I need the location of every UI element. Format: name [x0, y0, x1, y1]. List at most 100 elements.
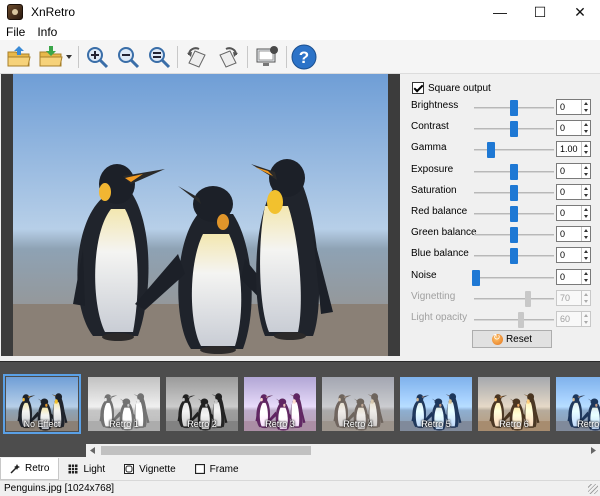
zoom-out-button[interactable] [114, 43, 142, 71]
light-opacity-label: Light opacity [411, 312, 468, 323]
spin-arrows-icon[interactable] [581, 142, 590, 157]
saturation-slider[interactable] [474, 184, 554, 201]
toolbar-separator [286, 46, 287, 68]
save-dropdown-button[interactable] [64, 43, 74, 71]
tab-label: Light [83, 463, 106, 475]
saturation-spinbox[interactable]: 0 [556, 183, 591, 200]
gamma-slider-thumb[interactable] [487, 142, 496, 159]
close-button[interactable]: ✕ [560, 0, 600, 24]
scroll-left-button[interactable] [86, 444, 99, 457]
spin-arrows-icon[interactable] [581, 163, 590, 178]
contrast-slider-thumb[interactable] [510, 121, 518, 138]
image-viewer[interactable] [1, 74, 400, 356]
square-output-label: Square output [428, 82, 491, 94]
toolbar: ? [0, 40, 600, 74]
spin-arrows-icon[interactable] [581, 269, 590, 284]
gamma-spinbox[interactable]: 1.00 [556, 141, 591, 158]
contrast-slider[interactable] [474, 121, 554, 138]
help-button[interactable]: ? [290, 43, 318, 71]
param-row: Red balance 0 [404, 204, 600, 222]
scroll-right-button[interactable] [587, 444, 600, 457]
noise-slider[interactable] [472, 269, 554, 286]
resize-grip-icon[interactable] [588, 484, 598, 494]
brightness-slider-thumb[interactable] [510, 100, 518, 116]
green-balance-spinbox[interactable]: 0 [556, 226, 591, 243]
tab-frame[interactable]: Frame [186, 458, 249, 480]
effects-filmstrip: No Effect Retro 1 Retro 2 Retro 3 Retro 4 Ret… [0, 361, 600, 457]
gamma-slider[interactable] [474, 142, 554, 159]
red-balance-slider-thumb[interactable] [510, 206, 518, 222]
param-row: Noise 0 [404, 268, 600, 286]
open-button[interactable] [5, 43, 33, 71]
red-balance-slider[interactable] [474, 206, 554, 222]
rotate-right-button[interactable] [214, 43, 242, 71]
toolbar-separator [78, 46, 79, 68]
brightness-spinbox[interactable]: 0 [556, 99, 591, 115]
light-opacity-slider-thumb [517, 312, 524, 328]
effect-thumbnail[interactable]: Retro 1 [88, 377, 160, 431]
scrollbar-thumb[interactable] [101, 446, 311, 455]
blue-balance-spinbox[interactable]: 0 [556, 247, 591, 264]
tab-retro[interactable]: Retro [0, 458, 60, 480]
effect-thumbnail[interactable]: No Effect [3, 374, 81, 434]
param-row: Green balance 0 [404, 225, 600, 244]
effect-thumbnail[interactable]: Retro 3 [244, 377, 316, 431]
spin-arrows-icon[interactable] [581, 184, 590, 199]
square-output-checkbox[interactable] [412, 82, 424, 94]
spin-arrows-icon[interactable] [581, 248, 590, 263]
zoom-out-icon [118, 47, 140, 69]
green-balance-slider-thumb[interactable] [510, 227, 518, 244]
param-row: Brightness 0 [404, 98, 600, 116]
red-balance-spinbox[interactable]: 0 [556, 205, 591, 221]
filmstrip-scrollbar[interactable] [86, 444, 600, 457]
tab-vignette[interactable]: Vignette [115, 458, 186, 480]
exposure-slider-thumb[interactable] [510, 163, 518, 180]
menu-file[interactable]: File [6, 25, 25, 39]
spin-arrows-icon[interactable] [581, 121, 590, 136]
title-bar: XnRetro — ☐ ✕ [0, 0, 600, 24]
param-row: Light opacity 60 [404, 310, 600, 328]
blue-balance-slider[interactable] [474, 248, 554, 265]
minimize-button[interactable]: — [480, 0, 520, 24]
thumbnail-label: Retro 4 [343, 419, 373, 429]
maximize-button[interactable]: ☐ [520, 0, 560, 24]
vignetting-value: 70 [560, 292, 571, 303]
saturation-slider-thumb[interactable] [510, 184, 518, 201]
zoom-fit-button[interactable] [145, 43, 173, 71]
spin-arrows-icon[interactable] [581, 100, 590, 114]
exposure-label: Exposure [411, 163, 454, 175]
menu-info[interactable]: Info [37, 25, 57, 39]
adjustments-panel: Square output Brightness 0 Contrast 0 Gamma 1… [404, 74, 600, 356]
effect-thumbnail[interactable]: Retro 2 [166, 377, 238, 431]
green-balance-slider[interactable] [474, 227, 554, 244]
blue-balance-slider-thumb[interactable] [510, 248, 518, 265]
rotate-left-button[interactable] [183, 43, 211, 71]
light-opacity-slider [474, 312, 554, 328]
reset-button[interactable]: Reset [472, 330, 552, 348]
save-button[interactable] [37, 43, 65, 71]
screen-button[interactable] [253, 43, 281, 71]
vignetting-label: Vignetting [411, 290, 456, 302]
contrast-spinbox[interactable]: 0 [556, 120, 591, 137]
effect-thumbnail[interactable]: Retro 4 [322, 377, 394, 431]
param-row: Contrast 0 [404, 119, 600, 138]
brightness-label: Brightness [411, 100, 459, 111]
noise-slider-thumb[interactable] [472, 269, 480, 286]
exposure-spinbox[interactable]: 0 [556, 162, 591, 179]
noise-label: Noise [411, 269, 437, 281]
effect-thumbnail[interactable]: Retro 5 [400, 377, 472, 431]
spin-arrows-icon[interactable] [581, 227, 590, 242]
zoom-in-button[interactable] [83, 43, 111, 71]
brightness-slider[interactable] [474, 100, 554, 116]
spin-arrows-icon[interactable] [581, 206, 590, 220]
exposure-value: 0 [560, 165, 566, 176]
effect-thumbnail[interactable]: Retro 6 [478, 377, 550, 431]
exposure-slider[interactable] [474, 163, 554, 180]
effect-thumbnail[interactable]: Retro 7 [556, 377, 600, 431]
light-opacity-spinbox: 60 [556, 311, 591, 327]
tab-light[interactable]: Light [59, 458, 115, 480]
blue-balance-value: 0 [560, 250, 566, 261]
noise-spinbox[interactable]: 0 [556, 268, 591, 285]
square-output-option[interactable]: Square output [412, 82, 491, 94]
contrast-value: 0 [560, 123, 566, 134]
